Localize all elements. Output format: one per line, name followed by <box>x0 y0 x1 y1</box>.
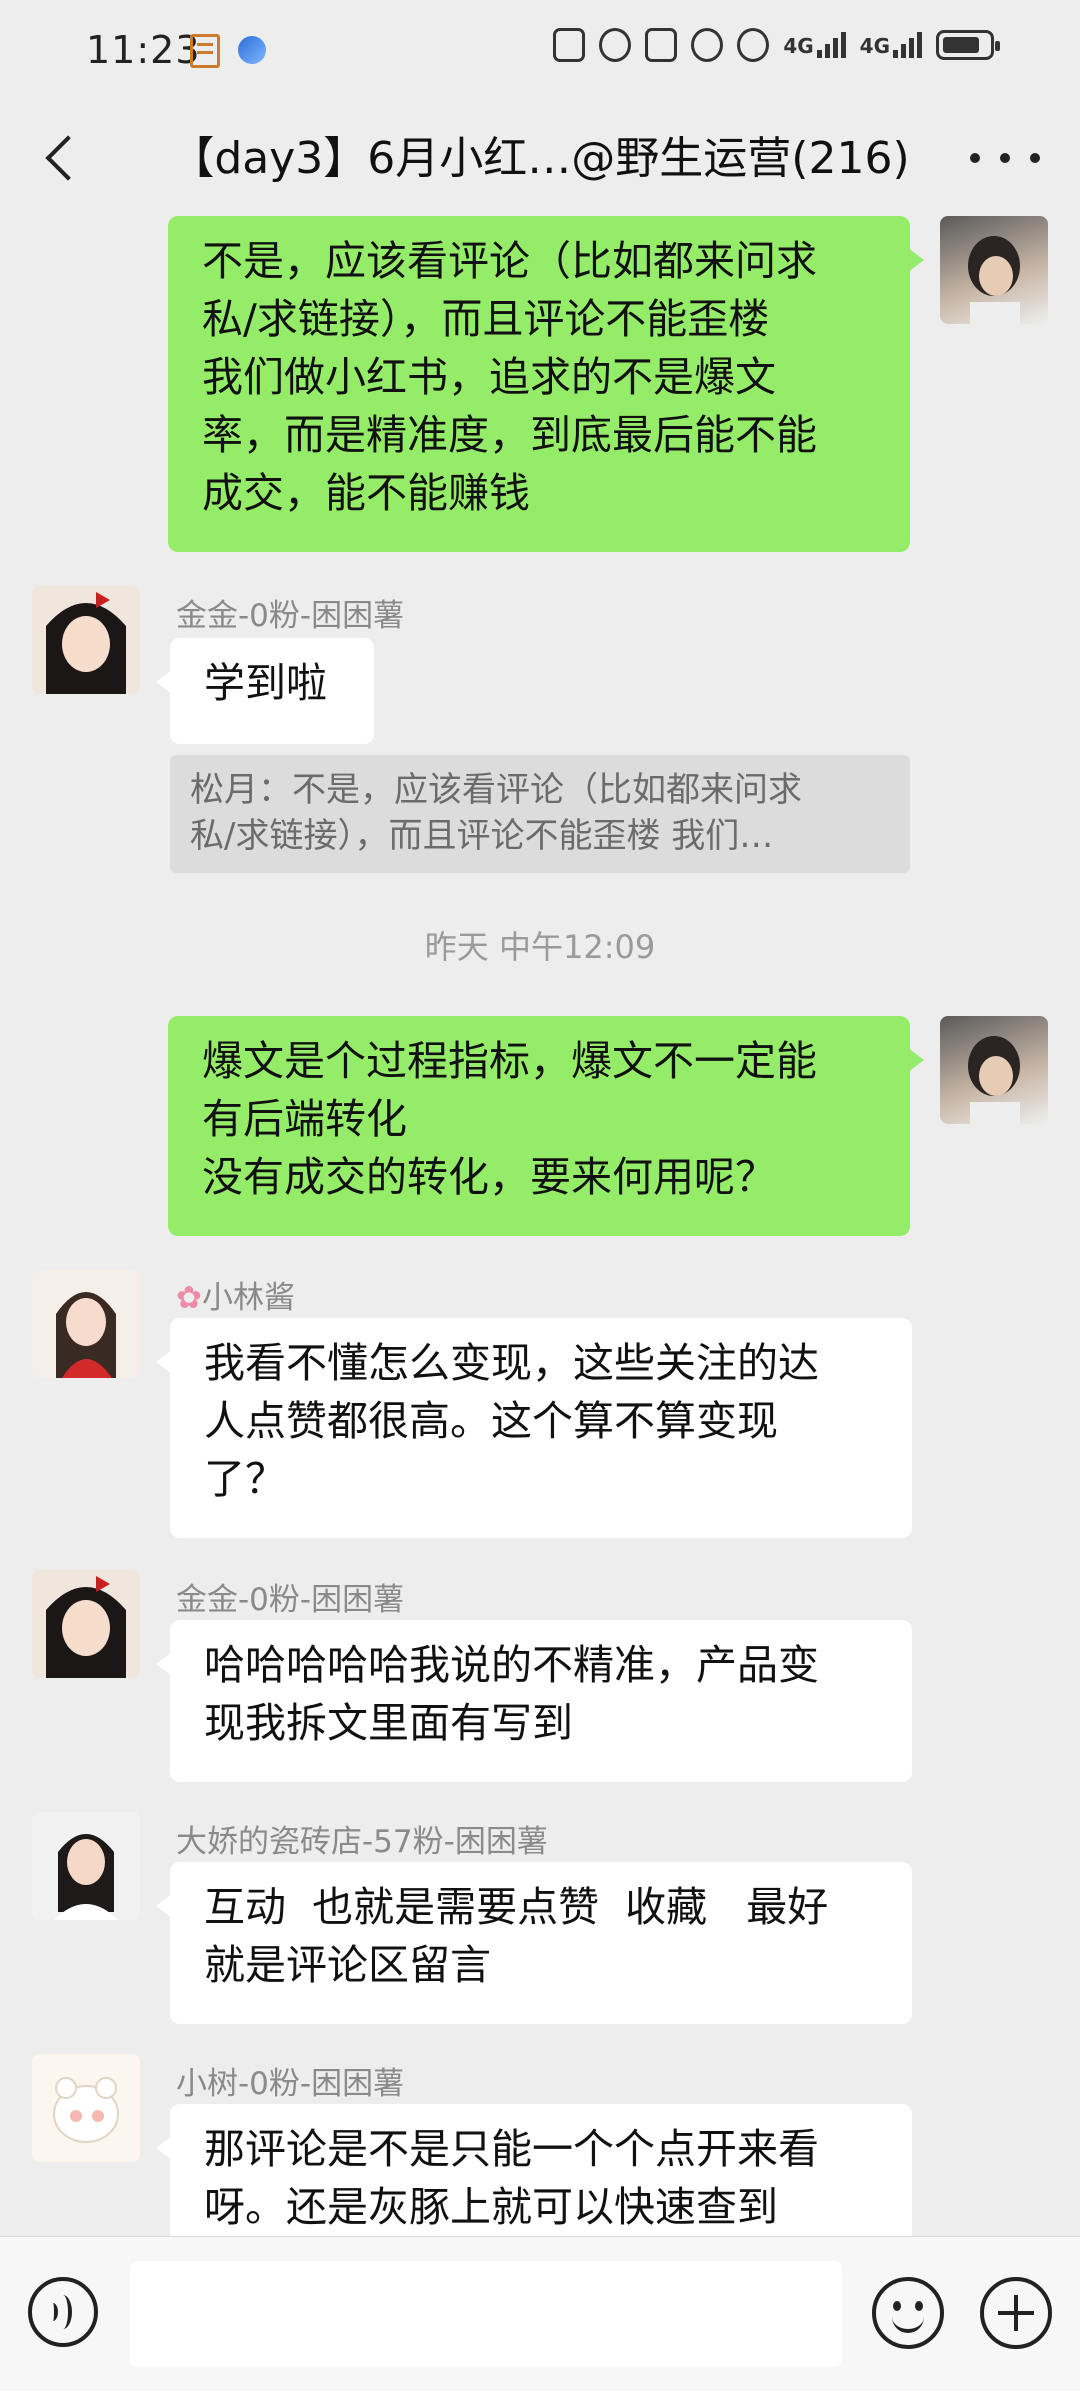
notes-app-icon <box>190 34 220 68</box>
signal-2-label: 4G <box>859 34 890 58</box>
message-line: 有后端转化 <box>202 1095 407 1143</box>
user-avatar[interactable] <box>32 1570 140 1678</box>
quoted-reply[interactable]: 松月：不是，应该看评论（比如都来问求 私/求链接），而且评论不能歪楼 我们… <box>170 755 910 873</box>
message-line: 现我拆文里面有写到 <box>204 1699 573 1747</box>
timestamp: 昨天 中午12:09 <box>424 928 656 966</box>
message-line: 那评论是不是只能一个个点开来看 <box>204 2125 819 2173</box>
signal-2-icon: 4G <box>860 32 922 58</box>
chat-title: 【day3】6月小红…@野生运营(216) <box>170 133 910 184</box>
user-avatar[interactable] <box>32 1812 140 1920</box>
message-line: 我们做小红书，追求的不是爆文 <box>202 353 776 401</box>
user-avatar[interactable] <box>32 2054 140 2162</box>
input-bar <box>0 2236 1080 2391</box>
signal-1-label: 4G <box>783 34 814 58</box>
signal-1-icon: 4G <box>783 32 846 58</box>
add-attachment-icon[interactable] <box>980 2277 1052 2349</box>
battery-icon <box>936 30 1000 60</box>
quote-line: 松月：不是，应该看评论（比如都来问求 <box>190 770 802 810</box>
message-line: 没有成交的转化，要来何用呢？ <box>202 1153 776 1201</box>
sender-name: 金金-0粉-困困薯 <box>176 1582 405 1618</box>
status-time: 11:23 <box>86 28 201 72</box>
message-bubble-other[interactable]: 哈哈哈哈哈我说的不精准，产品变 现我拆文里面有写到 <box>156 1620 912 1782</box>
self-avatar[interactable] <box>940 216 1048 324</box>
message-line: 爆文是个过程指标，爆文不一定能 <box>202 1037 817 1085</box>
message-bubble-other[interactable]: 学到啦 <box>156 638 374 744</box>
sender-name-text: 小林酱 <box>201 1280 295 1316</box>
message-line: 了？ <box>204 1455 286 1503</box>
back-arrow-icon[interactable] <box>38 130 88 186</box>
chat-header: 【day3】6月小红…@野生运营(216) <box>0 100 1080 216</box>
sender-name: 金金-0粉-困困薯 <box>176 598 405 634</box>
nfc-icon <box>553 28 586 62</box>
message-line: 互动 也就是需要点赞 收藏 最好 <box>204 1883 829 1931</box>
emoji-icon[interactable] <box>872 2277 944 2349</box>
sender-name: 大娇的瓷砖店-57粉-困困薯 <box>176 1824 548 1860</box>
sender-name: 小树-0粉-困困薯 <box>176 2066 405 2102</box>
message-line: 成交，能不能赚钱 <box>202 469 530 517</box>
app-notification-icon <box>238 36 266 64</box>
message-line: 我看不懂怎么变现，这些关注的达 <box>204 1339 819 1387</box>
quote-line: 私/求链接），而且评论不能歪楼 我们… <box>190 816 774 856</box>
user-avatar[interactable] <box>32 1270 140 1378</box>
voice-input-icon[interactable] <box>28 2277 98 2347</box>
message-line: 人点赞都很高。这个算不算变现 <box>204 1397 778 1445</box>
message-line: 私/求链接），而且评论不能歪楼 <box>202 295 770 343</box>
message-input[interactable] <box>130 2261 842 2367</box>
message-bubble-other[interactable]: 我看不懂怎么变现，这些关注的达 人点赞都很高。这个算不算变现 了？ <box>156 1318 912 1538</box>
bluetooth-icon <box>645 28 678 62</box>
self-avatar[interactable] <box>940 1016 1048 1124</box>
message-bubble-self[interactable]: 爆文是个过程指标，爆文不一定能 有后端转化 没有成交的转化，要来何用呢？ <box>168 1016 924 1236</box>
message-bubble-other[interactable]: 互动 也就是需要点赞 收藏 最好 就是评论区留言 <box>156 1862 912 2024</box>
flower-icon: ✿ <box>176 1280 202 1316</box>
wifi-icon <box>737 28 770 62</box>
status-bar: 11:23 4G 4G <box>0 0 1080 100</box>
message-line: 就是评论区留言 <box>204 1941 491 1989</box>
message-line: 学到啦 <box>204 659 327 707</box>
message-line: 呀。还是灰豚上就可以快速查到 <box>204 2183 778 2231</box>
alarm-icon <box>599 28 632 62</box>
message-bubble-self[interactable]: 不是，应该看评论（比如都来问求 私/求链接），而且评论不能歪楼 我们做小红书，追… <box>168 216 924 552</box>
message-line: 不是，应该看评论（比如都来问求 <box>202 237 817 285</box>
message-line: 哈哈哈哈哈我说的不精准，产品变 <box>204 1641 819 1689</box>
more-options-icon[interactable] <box>970 138 1040 178</box>
sender-name: ✿小林酱 <box>176 1272 295 1317</box>
mute-bell-icon <box>691 28 724 62</box>
user-avatar[interactable] <box>32 586 140 694</box>
message-line: 率，而是精准度，到底最后能不能 <box>202 411 817 459</box>
